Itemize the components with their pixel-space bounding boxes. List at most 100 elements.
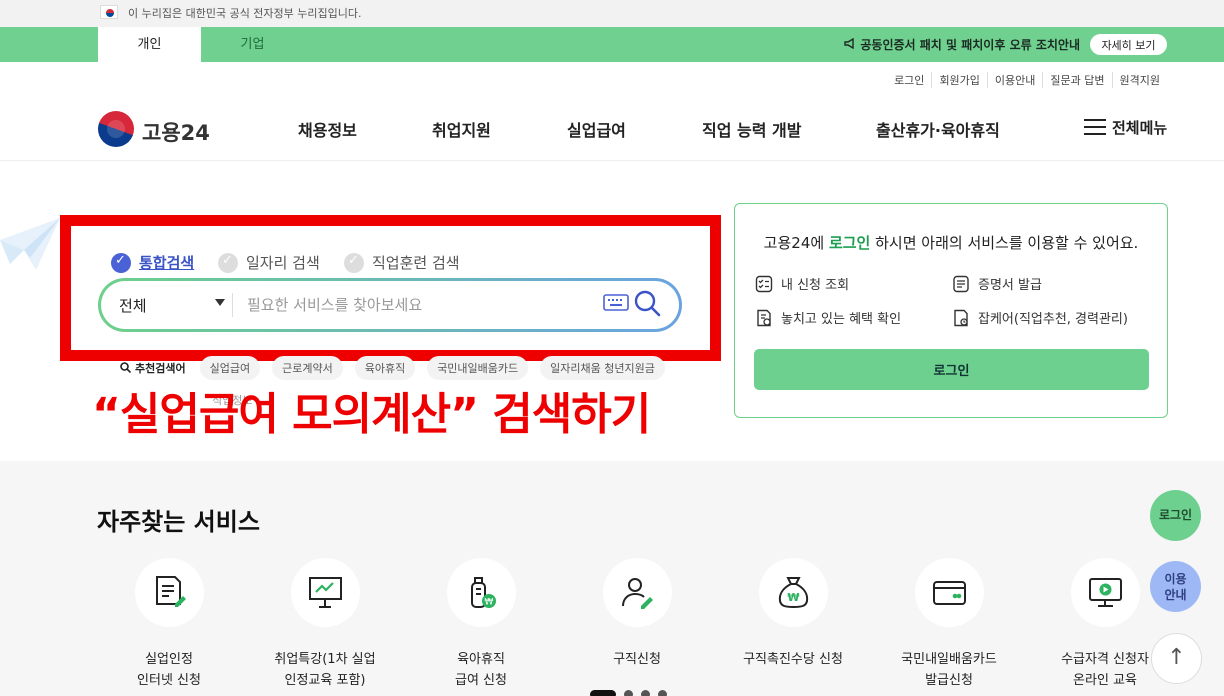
pager-dot-active[interactable] xyxy=(590,690,616,696)
keyboard-icon[interactable] xyxy=(603,293,629,313)
login-card-item-label: 놓치고 있는 혜택 확인 xyxy=(781,312,902,327)
jobcare-item[interactable]: 잡케어(직업추천, 경력관리) xyxy=(952,308,1128,327)
login-card-title-post: 하시면 아래의 서비스를 이용할 수 있어요. xyxy=(870,234,1139,252)
search-box: 전체 xyxy=(98,278,682,332)
service-job-application[interactable]: 구직신청 xyxy=(559,558,715,670)
service-unemployment-recognition[interactable]: 실업인정 인터넷 신청 xyxy=(91,558,247,691)
service-label: 실업인정 인터넷 신청 xyxy=(137,652,201,688)
check-icon xyxy=(344,252,364,273)
search-option-label: 통합검색 xyxy=(139,254,195,272)
checklist-icon xyxy=(755,275,773,292)
notice-link[interactable]: 공동인증서 패치 및 패치이후 오류 조치안내 xyxy=(844,36,1080,53)
tab-personal[interactable]: 개인 xyxy=(98,27,201,62)
scroll-top-button[interactable]: ↑ xyxy=(1151,633,1202,684)
login-card-title-pre: 고용24에 xyxy=(763,234,829,252)
service-job-allowance[interactable]: ₩ 구직촉진수당 신청 xyxy=(715,558,871,670)
section-title: 자주찾는 서비스 xyxy=(97,508,260,536)
logo-text: 고용24 xyxy=(142,121,210,145)
util-qna-link[interactable]: 질문과 답변 xyxy=(1042,72,1111,88)
service-label: 취업특강(1차 실업 인정교육 포함) xyxy=(274,652,376,688)
service-label: 구직촉진수당 신청 xyxy=(743,652,843,667)
nav-unemployment-benefit[interactable]: 실업급여 xyxy=(567,117,626,141)
search-option-jobs[interactable]: 일자리 검색 xyxy=(218,252,320,273)
nav-skill-development[interactable]: 직업 능력 개발 xyxy=(702,117,801,141)
jobcare-icon xyxy=(954,309,968,326)
pager-dot[interactable] xyxy=(624,690,633,696)
floating-guide-button[interactable]: 이용 안내 xyxy=(1150,561,1201,612)
keyword-chip[interactable]: 육아휴직 xyxy=(354,356,416,380)
service-learning-card[interactable]: 국민내일배움카드 발급신청 xyxy=(871,558,1027,691)
keyword-chip[interactable]: 실업급여 xyxy=(199,356,261,380)
keyword-chip[interactable]: 국민내일배움카드 xyxy=(427,356,529,380)
service-label: 구직신청 xyxy=(613,652,661,667)
pager-dot[interactable] xyxy=(658,690,667,696)
check-icon xyxy=(111,252,131,273)
logo[interactable]: 고용24 xyxy=(98,109,218,149)
missed-benefits-item[interactable]: 놓치고 있는 혜택 확인 xyxy=(755,308,901,327)
monitor-play-icon xyxy=(1088,578,1122,607)
certificate-item[interactable]: 증명서 발급 xyxy=(952,274,1042,293)
service-parental-leave[interactable]: ₩ 육아휴직 급여 신청 xyxy=(403,558,559,691)
search-icon[interactable] xyxy=(633,289,661,317)
search-option-label: 일자리 검색 xyxy=(246,254,320,272)
service-label: 육아휴직 급여 신청 xyxy=(455,652,507,688)
service-label: 국민내일배움카드 발급신청 xyxy=(901,652,997,688)
search-option-integrated[interactable]: 통합검색 xyxy=(111,252,194,273)
presentation-board-icon xyxy=(308,577,342,608)
benefit-doc-icon xyxy=(757,309,771,326)
check-icon xyxy=(218,252,238,273)
certificate-icon xyxy=(953,275,969,292)
login-card-title: 고용24에 로그인 하시면 아래의 서비스를 이용할 수 있어요. xyxy=(735,232,1167,253)
login-card-item-label: 잡케어(직업추천, 경력관리) xyxy=(978,312,1128,327)
paper-plane-icon xyxy=(0,218,60,270)
search-option-training[interactable]: 직업훈련 검색 xyxy=(344,252,460,273)
korean-flag-icon xyxy=(100,5,118,19)
carousel-pager xyxy=(590,690,675,696)
menu-all-button[interactable]: 전체메뉴 xyxy=(1084,117,1167,138)
keyword-chip[interactable]: 일자리채움 청년지원금 xyxy=(540,356,665,380)
svg-text:₩: ₩ xyxy=(484,598,493,608)
nav-jobs[interactable]: 채용정보 xyxy=(298,117,357,141)
document-pen-icon xyxy=(155,576,186,607)
search-category-select[interactable]: 전체 xyxy=(119,295,147,316)
util-guide-link[interactable]: 이용안내 xyxy=(986,72,1042,88)
nav-employment-support[interactable]: 취업지원 xyxy=(432,117,491,141)
login-card-item-label: 증명서 발급 xyxy=(978,278,1042,293)
dropdown-arrow-icon[interactable] xyxy=(215,299,225,306)
search-option-label: 직업훈련 검색 xyxy=(372,254,460,272)
util-signup-link[interactable]: 회원가입 xyxy=(931,72,986,88)
top-tab-bar: 개인 기업 공동인증서 패치 및 패치이후 오류 조치안내 자세히 보기 xyxy=(0,27,1224,62)
notice-text: 공동인증서 패치 및 패치이후 오류 조치안내 xyxy=(860,38,1080,52)
menu-all-label: 전체메뉴 xyxy=(1112,119,1168,137)
baby-bottle-icon: ₩ xyxy=(470,577,496,608)
gov-banner: 이 누리집은 대한민국 공식 전자정부 누리집입니다. xyxy=(0,0,1224,27)
hamburger-icon xyxy=(1084,119,1106,135)
tab-business[interactable]: 기업 xyxy=(201,27,304,62)
my-applications-item[interactable]: 내 신청 조회 xyxy=(755,274,849,293)
login-card-item-label: 내 신청 조회 xyxy=(781,278,850,293)
floating-login-button[interactable]: 로그인 xyxy=(1150,490,1201,541)
util-login-link[interactable]: 로그인 xyxy=(887,72,931,88)
login-card: 고용24에 로그인 하시면 아래의 서비스를 이용할 수 있어요. 내 신청 조… xyxy=(734,203,1168,418)
search-icon xyxy=(120,362,132,374)
search-input[interactable] xyxy=(247,293,587,317)
gov-banner-text: 이 누리집은 대한민국 공식 전자정부 누리집입니다. xyxy=(128,7,362,20)
service-job-lecture[interactable]: 취업특강(1차 실업 인정교육 포함) xyxy=(247,558,403,691)
login-button[interactable]: 로그인 xyxy=(754,349,1149,390)
money-bag-icon: ₩ xyxy=(778,577,808,609)
util-links: 로그인 회원가입 이용안내 질문과 답변 원격지원 xyxy=(887,72,1167,88)
megaphone-icon xyxy=(844,37,856,52)
notice-detail-button[interactable]: 자세히 보기 xyxy=(1090,34,1167,55)
frequent-services-section: 자주찾는 서비스 실업인정 인터넷 신청 취업특강(1차 실업 인정교육 포함)… xyxy=(0,461,1224,696)
util-remote-link[interactable]: 원격지원 xyxy=(1111,72,1167,88)
login-card-title-link[interactable]: 로그인 xyxy=(829,234,870,252)
logo-icon xyxy=(98,111,134,147)
recommended-label-text: 추천검색어 xyxy=(135,362,186,375)
svg-text:₩: ₩ xyxy=(787,591,799,604)
keyword-chip[interactable]: 근로계약서 xyxy=(272,356,343,380)
pager-dot[interactable] xyxy=(641,690,650,696)
card-icon xyxy=(932,581,966,605)
recommended-keywords: 추천검색어 실업급여 근로계약서 육아휴직 국민내일배움카드 일자리채움 청년지… xyxy=(120,356,677,380)
recommended-label: 추천검색어 xyxy=(120,360,186,376)
nav-maternity-leave[interactable]: 출산휴가·육아휴직 xyxy=(876,117,1000,141)
